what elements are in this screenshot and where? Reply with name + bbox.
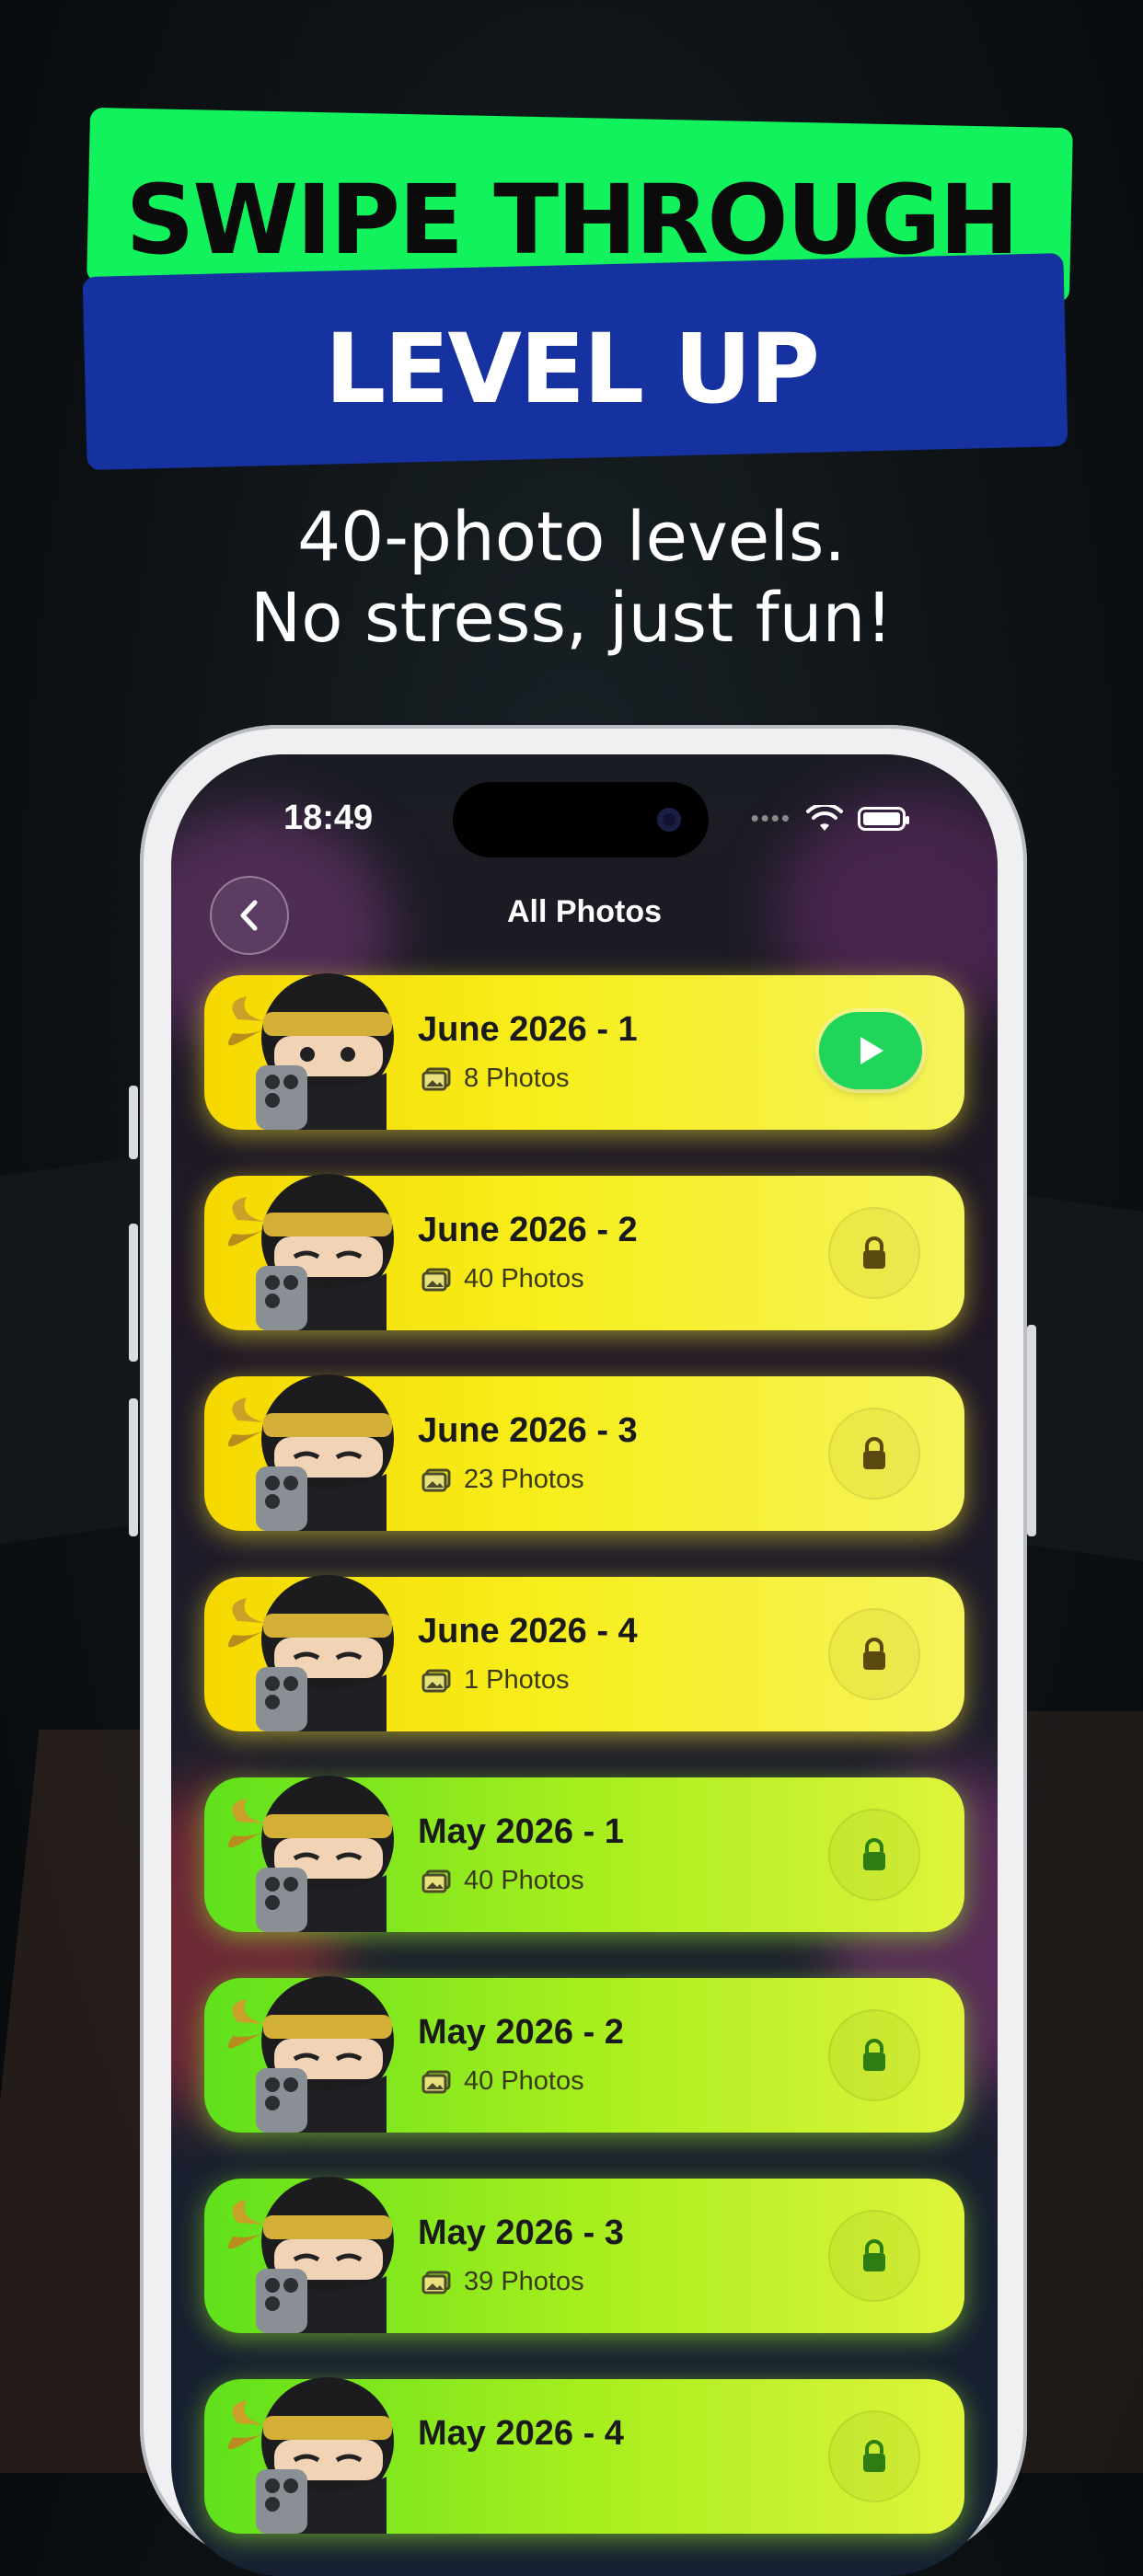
battery-icon — [858, 806, 909, 831]
level-title: June 2026 - 1 — [418, 1010, 638, 1049]
page-title: All Photos — [506, 894, 663, 929]
subtitle-line-1: 40-photo levels. — [297, 498, 846, 577]
level-title: June 2026 - 3 — [418, 1411, 638, 1450]
level-photo-count: 1 Photos — [421, 1665, 569, 1696]
level-photo-count: 23 Photos — [421, 1465, 584, 1495]
photos-icon — [421, 2070, 451, 2093]
lock-icon — [863, 2239, 885, 2271]
phone-side-button — [129, 1398, 138, 1536]
level-photo-count: 40 Photos — [421, 1264, 584, 1294]
lock-icon — [863, 1838, 885, 1870]
photo-count-label: 8 Photos — [464, 1064, 570, 1093]
level-card[interactable]: June 2026 - 3 23 Photos — [204, 1374, 964, 1531]
ninja-mascot-icon — [227, 1976, 394, 2133]
level-photo-count: 8 Photos — [421, 1064, 569, 1094]
level-title: June 2026 - 2 — [418, 1211, 638, 1249]
ninja-mascot-icon — [227, 2177, 394, 2333]
photos-icon — [421, 1869, 451, 1892]
status-time: 18:49 — [283, 799, 374, 837]
level-title: May 2026 - 1 — [418, 1812, 624, 1851]
level-card[interactable]: May 2026 - 1 40 Photos — [204, 1776, 964, 1932]
photos-icon — [421, 1669, 451, 1692]
photo-count-label: 40 Photos — [464, 1264, 584, 1294]
level-card[interactable]: June 2026 - 1 8 Photos — [204, 973, 964, 1130]
phone-side-button — [129, 1224, 138, 1362]
subtitle-line-2: No stress, just fun! — [249, 579, 894, 658]
photos-icon — [421, 2271, 451, 2294]
lock-button[interactable] — [828, 2210, 920, 2302]
play-icon — [860, 1037, 883, 1064]
ninja-mascot-icon — [227, 1776, 394, 1932]
lock-button[interactable] — [828, 1408, 920, 1500]
level-card[interactable]: May 2026 - 4 — [204, 2377, 964, 2534]
level-card[interactable]: May 2026 - 3 39 Photos — [204, 2177, 964, 2333]
play-button[interactable] — [819, 1012, 922, 1089]
phone-side-button — [129, 1086, 138, 1159]
lock-icon — [863, 2039, 885, 2071]
dynamic-island — [453, 782, 709, 857]
lock-icon — [863, 1437, 885, 1469]
ninja-mascot-icon — [227, 2377, 394, 2534]
ninja-mascot-icon — [227, 1374, 394, 1531]
wifi-icon — [806, 804, 843, 831]
signal-dots-icon: •••• — [750, 804, 791, 832]
level-title: May 2026 - 3 — [418, 2214, 624, 2252]
lock-icon — [863, 1638, 885, 1670]
photos-icon — [421, 1468, 451, 1491]
level-photo-count: 40 Photos — [421, 1866, 584, 1896]
camera-icon — [657, 808, 681, 832]
level-title: May 2026 - 2 — [418, 2013, 624, 2052]
level-photo-count: 40 Photos — [421, 2066, 584, 2097]
photo-count-label: 1 Photos — [464, 1665, 570, 1695]
headline-line-2: LEVEL UP — [325, 313, 820, 425]
phone-screen: 18:49 •••• All Photos June 2026 - 1 8 Ph… — [171, 754, 998, 2576]
level-card[interactable]: May 2026 - 2 40 Photos — [204, 1976, 964, 2133]
lock-button[interactable] — [828, 1608, 920, 1700]
lock-button[interactable] — [828, 2009, 920, 2101]
photos-icon — [421, 1067, 451, 1090]
lock-icon — [863, 2440, 885, 2472]
lock-button[interactable] — [828, 2410, 920, 2502]
ninja-mascot-icon — [227, 1174, 394, 1330]
photo-count-label: 39 Photos — [464, 2267, 584, 2296]
photo-count-label: 23 Photos — [464, 1465, 584, 1494]
lock-icon — [863, 1236, 885, 1269]
photos-icon — [421, 1268, 451, 1291]
level-photo-count: 39 Photos — [421, 2267, 584, 2297]
ninja-mascot-icon — [227, 973, 394, 1130]
photo-count-label: 40 Photos — [464, 2066, 584, 2096]
level-card[interactable]: June 2026 - 2 40 Photos — [204, 1174, 964, 1330]
ninja-mascot-icon — [227, 1575, 394, 1731]
level-title: May 2026 - 4 — [418, 2414, 624, 2453]
photo-count-label: 40 Photos — [464, 1866, 584, 1895]
status-icons: •••• — [750, 804, 909, 833]
level-title: June 2026 - 4 — [418, 1612, 638, 1650]
lock-button[interactable] — [828, 1809, 920, 1901]
level-card[interactable]: June 2026 - 4 1 Photos — [204, 1575, 964, 1731]
lock-button[interactable] — [828, 1207, 920, 1299]
phone-side-button — [1027, 1325, 1036, 1536]
headline-line-1: SWIPE THROUGH — [125, 164, 1019, 276]
